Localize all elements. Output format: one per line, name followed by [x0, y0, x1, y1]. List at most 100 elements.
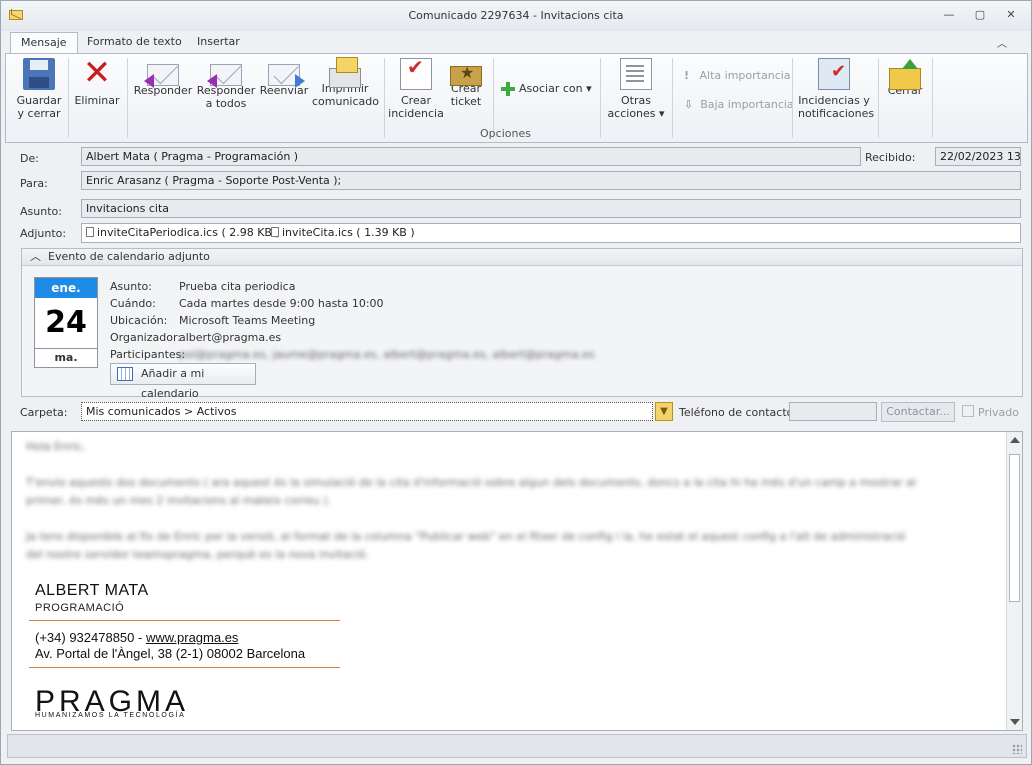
tab-mensaje[interactable]: Mensaje: [10, 32, 78, 54]
private-label: Privado: [978, 406, 1019, 419]
close-button[interactable]: Cerrar: [882, 58, 928, 97]
signature-website-link[interactable]: www.pragma.es: [146, 630, 238, 645]
from-field[interactable]: Albert Mata ( Pragma - Programación ): [81, 147, 861, 166]
tab-formato-texto[interactable]: Formato de texto: [77, 32, 192, 54]
subject-field[interactable]: Invitacions cita: [81, 199, 1021, 218]
file-icon: [271, 227, 279, 237]
incidents-notifications-button[interactable]: Incidencias y notificaciones: [798, 58, 874, 120]
collapse-ribbon-icon[interactable]: ︿: [997, 35, 1007, 50]
attachments-label: Adjunto:: [20, 227, 67, 240]
resize-grip-icon[interactable]: [1012, 744, 1022, 754]
received-field[interactable]: 22/02/2023 13:0: [935, 147, 1021, 166]
plus-icon: [501, 82, 515, 96]
calendar-panel-header[interactable]: ︿ Evento de calendario adjunto: [22, 249, 1022, 266]
event-participants-value: pol@pragma.es, jaume@pragma.es, albert@p…: [179, 348, 595, 361]
add-to-calendar-button[interactable]: Añadir a mi calendario: [110, 363, 256, 400]
body-paragraph-2-line-1: Ja tens disponible al fix de Enric per l…: [26, 530, 906, 543]
message-body[interactable]: Hola Enric, T'envio aquests dos document…: [11, 431, 1023, 731]
ticket-icon: [450, 66, 482, 86]
from-label: De:: [20, 152, 39, 165]
clipboard-check-icon: [400, 58, 432, 90]
print-button[interactable]: Imprimir comunicado: [312, 57, 379, 108]
event-participants-label: Participantes:: [110, 348, 186, 361]
phone-field[interactable]: [789, 402, 877, 421]
pragma-logo-tagline: HUMANIZAMOS LA TECNOLOGÍA: [35, 712, 186, 719]
body-scrollbar[interactable]: [1006, 432, 1022, 730]
body-paragraph-1-line-2: primer, és més un mes 2 invitacions al m…: [26, 494, 331, 507]
dropdown-arrow-icon: ▾: [586, 82, 592, 95]
scroll-down-icon[interactable]: [1010, 719, 1020, 725]
chevron-up-icon: ︿: [30, 250, 41, 263]
associate-with-dropdown[interactable]: Asociar con ▾: [501, 82, 592, 96]
delete-x-icon: ✕: [82, 53, 112, 93]
message-window: Comunicado 2297634 - Invitacions cita — …: [0, 0, 1032, 765]
signature-divider: [29, 620, 340, 621]
save-and-close-button[interactable]: Guardar y cerrar: [14, 58, 64, 120]
down-arrow-icon: ⇩: [684, 98, 694, 111]
signature-contact: (+34) 932478850 - www.pragma.es: [35, 630, 239, 645]
create-incident-button[interactable]: Crear incidencia: [388, 58, 444, 120]
folder-picker-icon[interactable]: ▼: [655, 402, 673, 421]
body-paragraph-1-line-1: T'envio aquests dos documents ( ara aque…: [26, 476, 917, 489]
floppy-disk-icon: [23, 58, 55, 90]
event-day: 24: [45, 305, 87, 340]
dropdown-arrow-icon: ▾: [655, 107, 665, 120]
exit-folder-icon: [889, 59, 921, 90]
scrollbar-thumb[interactable]: [1009, 454, 1020, 602]
body-greeting: Hola Enric,: [26, 440, 86, 453]
document-icon: [620, 58, 652, 90]
attachment-item[interactable]: inviteCita.ics ( 1.39 KB ): [271, 226, 415, 239]
status-bar: [7, 734, 1027, 758]
ribbon: Guardar y cerrar ✕ Eliminar Responder Re…: [5, 53, 1028, 143]
create-ticket-button[interactable]: Crear ticket: [444, 58, 488, 108]
file-icon: [86, 227, 94, 237]
signature-divider: [29, 667, 340, 668]
reply-all-button[interactable]: Responder a todos: [194, 58, 258, 110]
maximize-button[interactable]: ▢: [972, 8, 988, 22]
to-field[interactable]: Enric Arasanz ( Pragma - Soporte Post-Ve…: [81, 171, 1021, 190]
attachments-field: inviteCitaPeriodica.ics ( 2.98 KB ) invi…: [81, 223, 1021, 243]
minimize-button[interactable]: —: [941, 8, 957, 22]
event-location-value: Microsoft Teams Meeting: [179, 314, 316, 327]
forward-icon: [268, 64, 305, 88]
low-importance-button[interactable]: ⇩ Baja importancia: [684, 98, 794, 111]
notifications-check-icon: [818, 58, 850, 90]
printer-icon: [329, 57, 361, 88]
event-organizer-value: albert@pragma.es: [179, 331, 282, 344]
calendar-date-tile: ene. 24 ma.: [34, 277, 98, 368]
calendar-event-panel: ︿ Evento de calendario adjunto ene. 24 m…: [21, 248, 1023, 400]
exclamation-icon: !: [684, 69, 690, 82]
folder-label: Carpeta:: [20, 406, 68, 419]
scroll-up-icon[interactable]: [1010, 437, 1020, 443]
title-bar: Comunicado 2297634 - Invitacions cita — …: [1, 1, 1031, 31]
other-actions-dropdown[interactable]: Otras acciones ▾: [604, 58, 668, 120]
event-weekday: ma.: [35, 348, 97, 367]
high-importance-button[interactable]: ! Alta importancia: [684, 69, 791, 82]
contact-button[interactable]: Contactar...: [881, 402, 955, 422]
body-paragraph-2-line-2: del nostre servidor teamspragma, perquè …: [26, 548, 369, 561]
received-label: Recibido:: [865, 151, 916, 164]
reply-button[interactable]: Responder: [132, 58, 194, 97]
private-checkbox[interactable]: [962, 405, 974, 417]
tab-insertar[interactable]: Insertar: [187, 32, 250, 54]
event-when-value: Cada martes desde 9:00 hasta 10:00: [179, 297, 384, 310]
folder-field[interactable]: Mis comunicados > Activos: [81, 402, 653, 421]
reply-all-icon: [207, 64, 242, 88]
event-organizer-label: Organizador:: [110, 331, 182, 344]
event-when-label: Cuándo:: [110, 297, 156, 310]
event-month: ene.: [35, 278, 97, 298]
signature-name: ALBERT MATA: [35, 582, 149, 599]
to-label: Para:: [20, 177, 48, 190]
ribbon-group-label: Opciones: [480, 127, 531, 140]
delete-button[interactable]: ✕ Eliminar: [72, 53, 122, 107]
subject-label: Asunto:: [20, 205, 62, 218]
phone-label: Teléfono de contacto:: [679, 406, 798, 419]
close-window-button[interactable]: ✕: [1003, 8, 1019, 22]
signature-address: Av. Portal de l'Àngel, 38 (2-1) 08002 Ba…: [35, 646, 306, 661]
signature-role: PROGRAMACIÓ: [35, 602, 125, 614]
attachment-item[interactable]: inviteCitaPeriodica.ics ( 2.98 KB ): [86, 226, 280, 239]
event-location-label: Ubicación:: [110, 314, 168, 327]
event-subject-label: Asunto:: [110, 280, 152, 293]
event-subject-value: Prueba cita periodica: [179, 280, 296, 293]
forward-button[interactable]: Reenviar: [258, 58, 310, 97]
